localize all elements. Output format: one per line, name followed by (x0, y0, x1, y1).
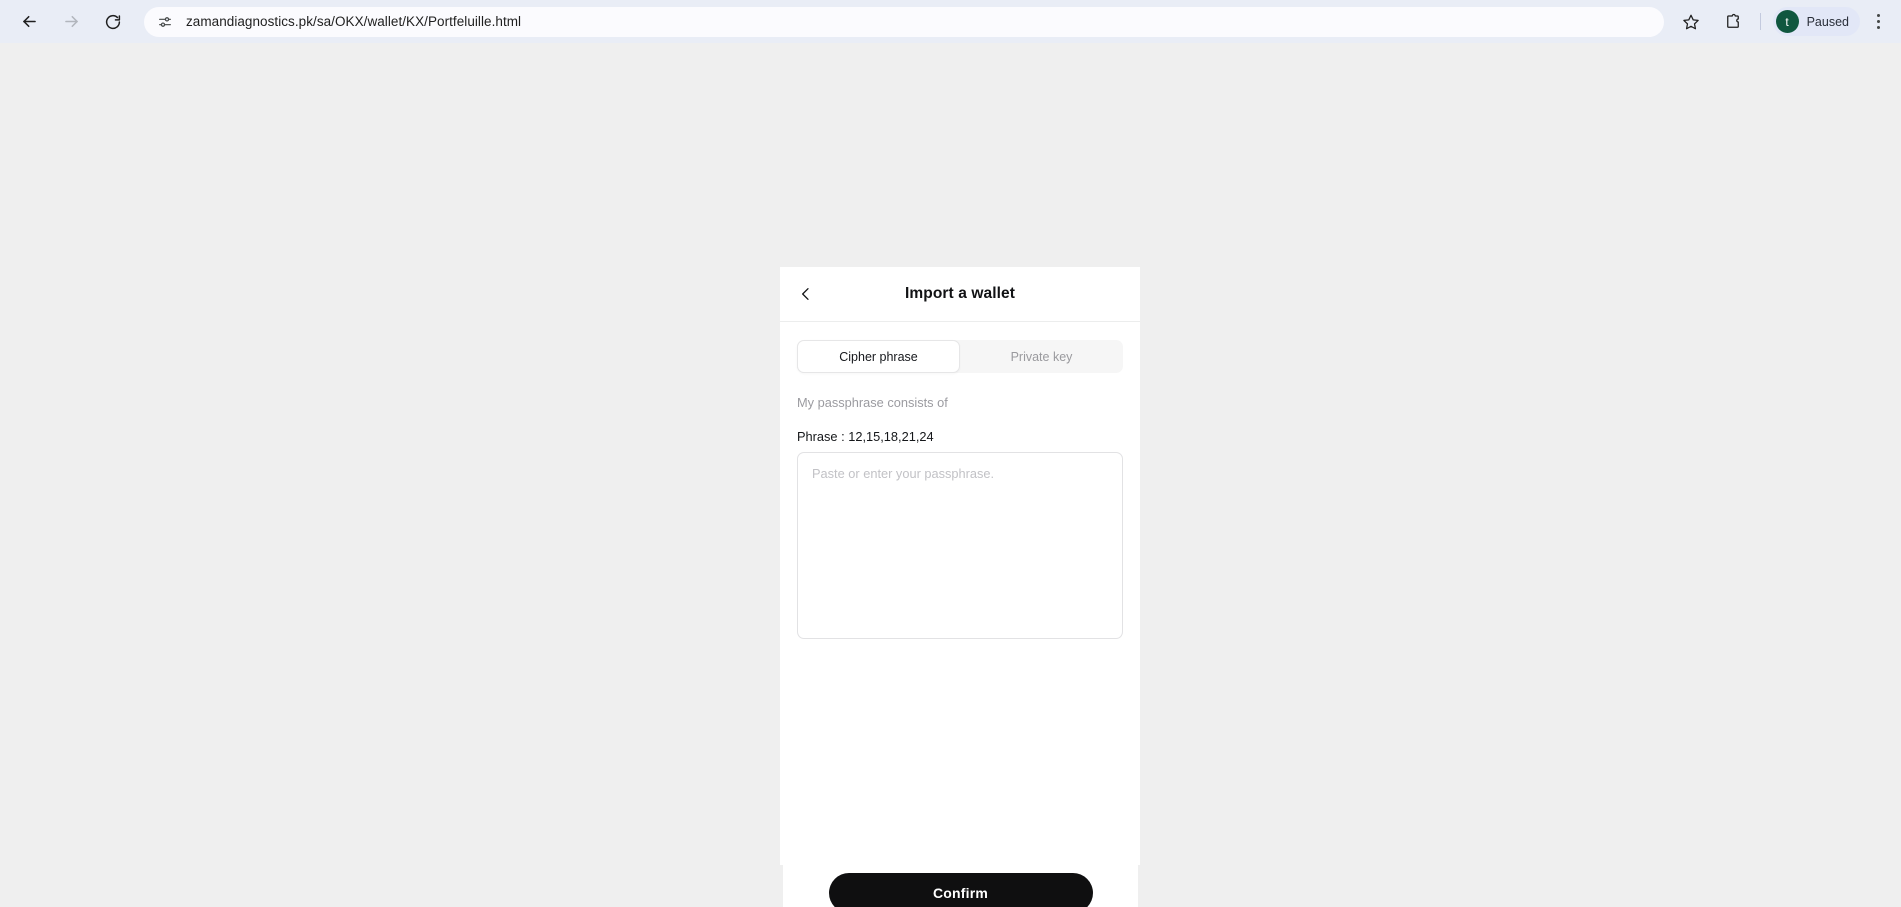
browser-menu-button[interactable] (1865, 7, 1891, 37)
import-wallet-card: Import a wallet Cipher phrase Private ke… (780, 267, 1140, 865)
three-dot-menu-icon (1876, 14, 1880, 17)
tab-cipher-phrase-label: Cipher phrase (839, 349, 918, 364)
passphrase-hint: My passphrase consists of (797, 395, 948, 410)
profile-status-label: Paused (1806, 14, 1849, 29)
browser-reload-button[interactable] (96, 5, 130, 39)
avatar: t (1775, 10, 1799, 33)
card-footer: Confirm (783, 865, 1138, 907)
chevron-left-icon (802, 288, 809, 300)
address-bar-url: zamandiagnostics.pk/sa/OKX/wallet/KX/Por… (186, 14, 522, 29)
extensions-button[interactable] (1718, 7, 1748, 37)
reload-icon (105, 14, 121, 29)
browser-toolbar: zamandiagnostics.pk/sa/OKX/wallet/KX/Por… (0, 0, 1901, 43)
extensions-puzzle-icon (1726, 13, 1739, 28)
browser-back-button[interactable] (12, 5, 46, 39)
phrase-length-label: Phrase : 12,15,18,21,24 (797, 429, 934, 444)
browser-toolbar-actions: t Paused (1670, 0, 1893, 43)
address-bar[interactable]: zamandiagnostics.pk/sa/OKX/wallet/KX/Por… (144, 6, 1664, 37)
tab-cipher-phrase[interactable]: Cipher phrase (797, 340, 960, 373)
page-title: Import a wallet (904, 285, 1016, 302)
arrow-right-icon (64, 15, 78, 28)
bookmark-button[interactable] (1676, 7, 1706, 37)
browser-forward-button[interactable] (54, 5, 88, 39)
tune-sliders-icon[interactable] (156, 13, 174, 31)
arrow-left-icon (22, 15, 36, 28)
toolbar-divider (1759, 13, 1761, 30)
back-button[interactable] (791, 279, 821, 309)
tab-private-key[interactable]: Private key (960, 340, 1123, 373)
page-viewport: Import a wallet Cipher phrase Private ke… (0, 43, 1901, 907)
profile-chip[interactable]: t Paused (1772, 7, 1860, 36)
card-body: Cipher phrase Private key My passphrase … (780, 322, 1140, 865)
import-method-tabs: Cipher phrase Private key (797, 340, 1123, 373)
card-header: Import a wallet (780, 267, 1140, 322)
passphrase-input[interactable] (797, 452, 1123, 639)
card-spacer (797, 639, 1123, 865)
tab-private-key-label: Private key (1010, 349, 1073, 364)
confirm-button[interactable]: Confirm (828, 873, 1093, 907)
star-outline-icon (1682, 14, 1699, 29)
